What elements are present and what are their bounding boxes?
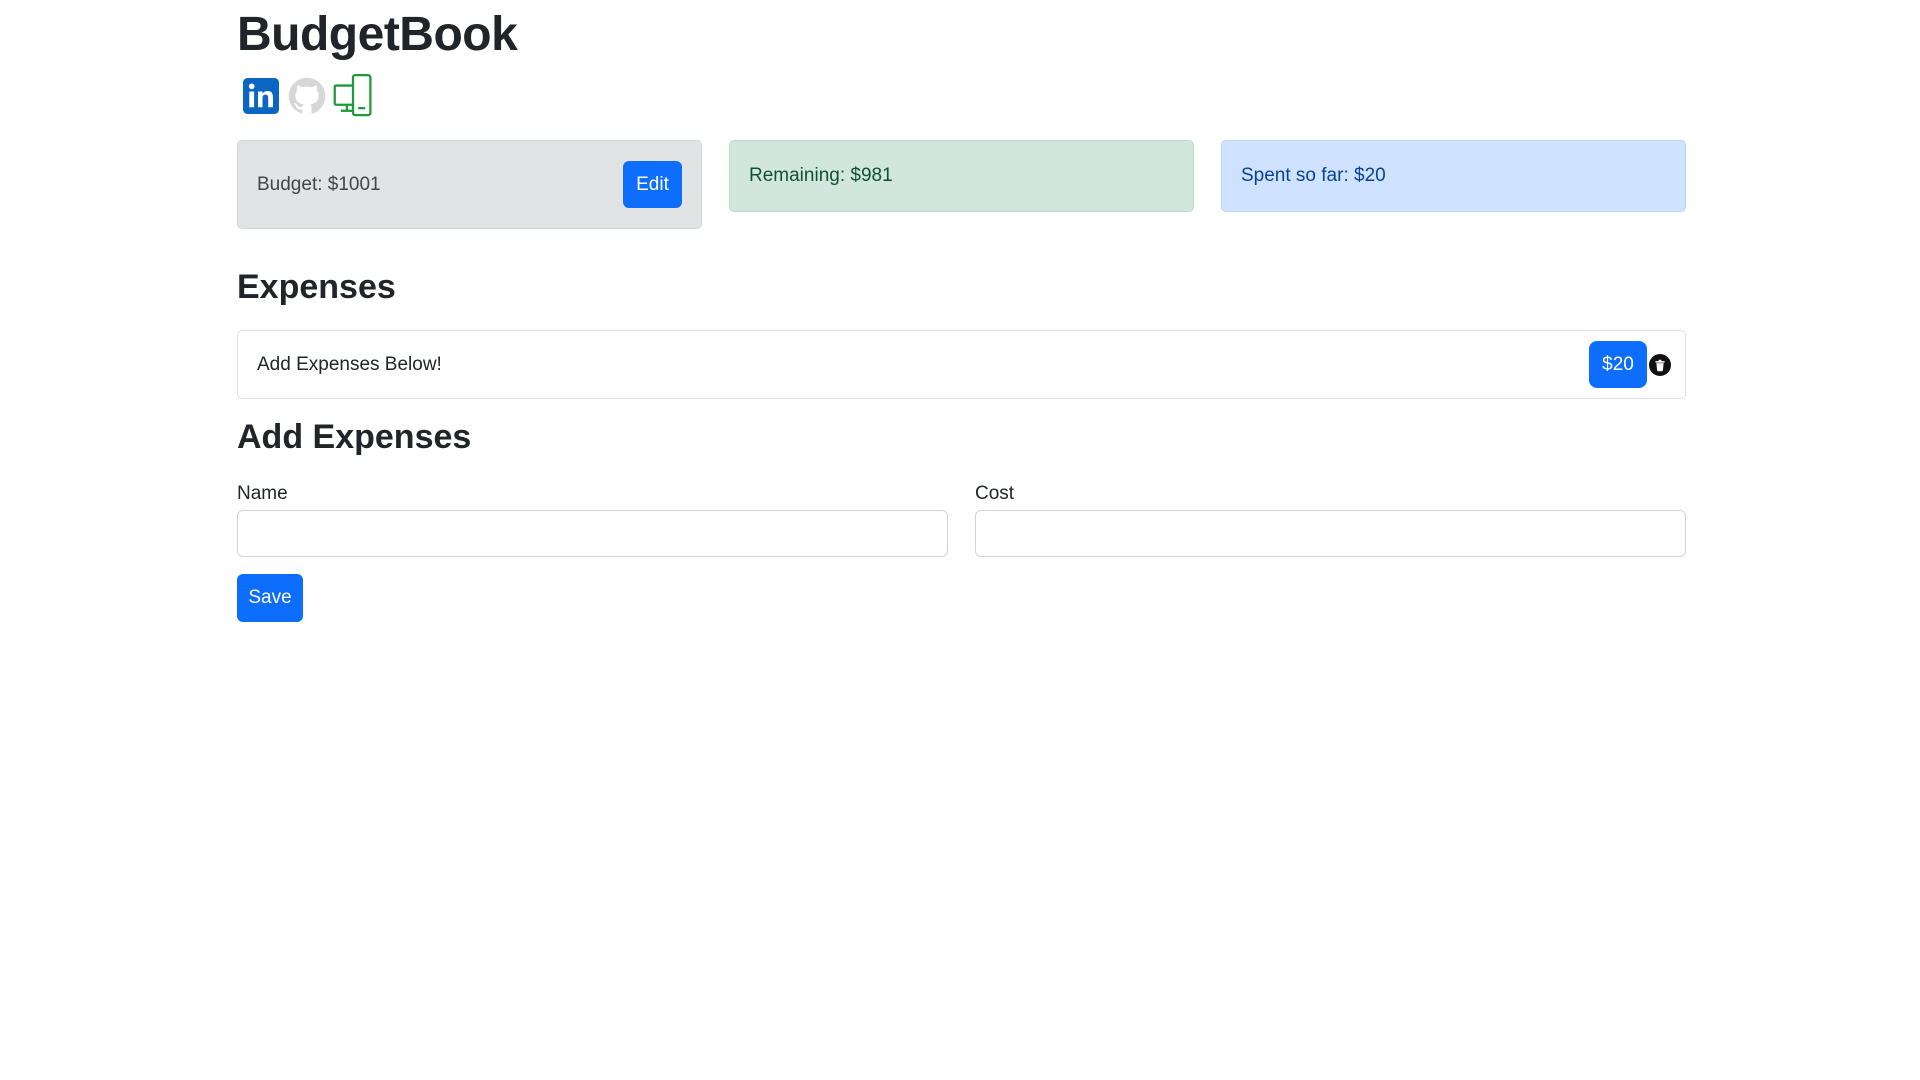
github-icon[interactable]	[287, 72, 327, 120]
name-label: Name	[237, 483, 288, 504]
social-links	[241, 70, 373, 122]
add-expenses-heading: Add Expenses	[237, 418, 472, 456]
cost-field-group: Cost	[975, 480, 1686, 557]
linkedin-icon[interactable]	[241, 72, 281, 120]
budget-text: Budget: $1001	[257, 173, 381, 195]
expense-name: Add Expenses Below!	[257, 353, 442, 375]
expenses-heading: Expenses	[237, 268, 396, 306]
save-button[interactable]: Save	[237, 574, 303, 622]
expense-cost-badge: $20	[1589, 341, 1647, 388]
app-title: BudgetBook	[237, 8, 518, 61]
summary-cards: Budget: $1001 Edit Remaining: $981 Spent…	[237, 140, 1686, 230]
spent-text: Spent so far: $20	[1241, 165, 1386, 186]
cost-label: Cost	[975, 483, 1015, 504]
expense-list: Add Expenses Below! $20	[237, 330, 1686, 399]
trash-icon[interactable]	[1649, 353, 1671, 376]
remaining-card: Remaining: $981	[729, 140, 1194, 212]
name-input[interactable]	[237, 510, 948, 557]
spent-card: Spent so far: $20	[1221, 140, 1686, 212]
devices-icon[interactable]	[333, 72, 373, 120]
budget-card: Budget: $1001 Edit	[237, 140, 702, 229]
cost-input[interactable]	[975, 510, 1686, 557]
expense-actions: $20	[1589, 341, 1671, 388]
edit-budget-button[interactable]: Edit	[623, 161, 682, 208]
name-field-group: Name	[237, 480, 948, 557]
expense-item: Add Expenses Below! $20	[238, 331, 1685, 398]
remaining-text: Remaining: $981	[749, 165, 893, 186]
